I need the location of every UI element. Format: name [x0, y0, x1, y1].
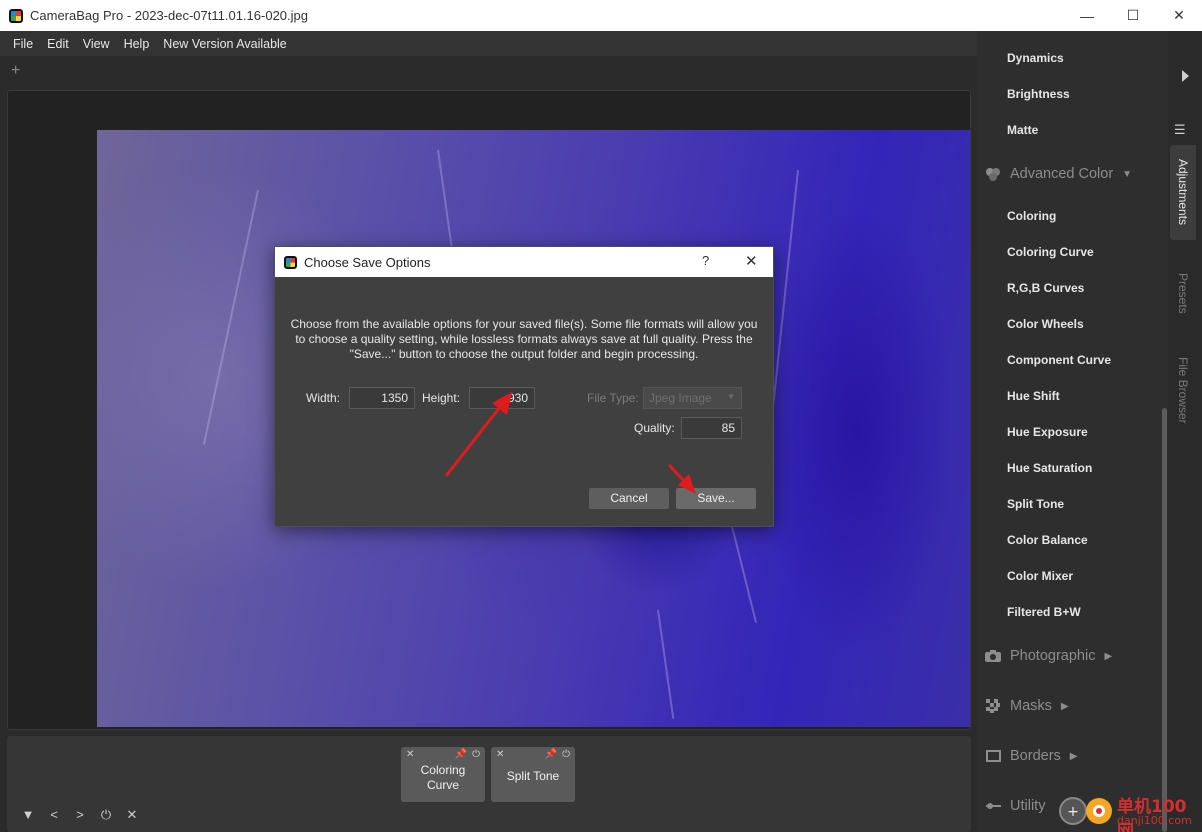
- adjustment-color-wheels[interactable]: Color Wheels: [1007, 317, 1084, 331]
- adjustment-split-tone[interactable]: Split Tone: [1007, 497, 1064, 511]
- dialog-close-button[interactable]: ✕: [745, 252, 758, 270]
- hair-strand: [657, 609, 675, 719]
- width-label: Width:: [306, 391, 341, 405]
- svg-text:+: +: [1067, 804, 1079, 820]
- quality-label: Quality:: [634, 421, 675, 435]
- tab-file-browser[interactable]: File Browser: [1170, 345, 1196, 435]
- adjustment-component-curve[interactable]: Component Curve: [1007, 353, 1111, 367]
- menu-view[interactable]: View: [76, 37, 117, 51]
- adjustment-dynamics[interactable]: Dynamics: [1007, 51, 1064, 65]
- section-label: Utility: [1010, 798, 1046, 814]
- watermark-url: danji100.com: [1117, 814, 1192, 827]
- chevron-right-icon: ▶: [1069, 750, 1078, 762]
- clear-icon[interactable]: ✕: [119, 807, 145, 823]
- checker-icon: [985, 699, 1001, 713]
- save-options-dialog: Choose Save Options ? ✕ Choose from the …: [274, 246, 774, 527]
- chevron-down-icon: ▼: [1122, 168, 1133, 180]
- chevron-right-icon: ▶: [1104, 650, 1113, 662]
- section-masks[interactable]: Masks ▶: [985, 698, 1069, 714]
- menu-new-version[interactable]: New Version Available: [156, 37, 293, 51]
- camerabag-app-icon: [9, 8, 23, 23]
- watermark-logo-icon: +: [1059, 797, 1112, 825]
- minimize-button[interactable]: —: [1064, 0, 1110, 31]
- pin-icon[interactable]: 📌: [545, 749, 557, 760]
- menu-file[interactable]: File: [6, 37, 40, 51]
- layer-strip: [7, 736, 971, 832]
- remove-layer-icon[interactable]: ✕: [496, 749, 504, 760]
- play-icon[interactable]: [1182, 70, 1189, 82]
- dialog-title: Choose Save Options: [304, 254, 431, 270]
- collapse-icon[interactable]: ▼: [15, 807, 41, 823]
- hamburger-menu-icon[interactable]: ☰: [1174, 122, 1186, 138]
- power-icon[interactable]: ⏻: [93, 807, 119, 823]
- window-titlebar: CameraBag Pro - 2023-dec-07t11.01.16-020…: [0, 0, 1202, 31]
- window-title: CameraBag Pro - 2023-dec-07t11.01.16-020…: [30, 8, 308, 23]
- layer-label: Split Tone: [506, 769, 560, 783]
- add-tab-icon[interactable]: +: [11, 62, 20, 80]
- width-input[interactable]: 1350: [349, 387, 415, 409]
- layer-label: Curve: [426, 778, 459, 792]
- section-borders[interactable]: Borders ▶: [985, 748, 1077, 764]
- layer-label: Coloring: [420, 763, 466, 777]
- close-button[interactable]: ✕: [1156, 0, 1202, 31]
- power-icon[interactable]: ⏻: [562, 749, 570, 760]
- section-label: Photographic: [1010, 648, 1096, 664]
- maximize-button[interactable]: ☐: [1110, 0, 1156, 31]
- menu-help[interactable]: Help: [117, 37, 157, 51]
- help-button[interactable]: ?: [702, 253, 709, 268]
- height-label: Height:: [422, 391, 461, 405]
- section-utility[interactable]: Utility: [985, 798, 1045, 814]
- section-photographic[interactable]: Photographic ▶: [985, 648, 1112, 664]
- adjustment-hue-exposure[interactable]: Hue Exposure: [1007, 425, 1088, 439]
- section-advanced-color[interactable]: Advanced Color ▼: [985, 166, 1132, 182]
- camerabag-app-icon: [284, 255, 297, 269]
- quality-input[interactable]: 85: [681, 417, 742, 439]
- adjustment-filtered-bw[interactable]: Filtered B+W: [1007, 605, 1081, 619]
- section-label: Advanced Color: [1010, 166, 1114, 182]
- dialog-titlebar: Choose Save Options ? ✕: [275, 247, 773, 277]
- layer-card-split-tone[interactable]: ✕ 📌 ⏻ Split Tone: [491, 747, 575, 802]
- adjustment-color-mixer[interactable]: Color Mixer: [1007, 569, 1073, 583]
- cancel-button[interactable]: Cancel: [589, 488, 669, 509]
- save-button[interactable]: Save...: [676, 488, 756, 509]
- wrench-icon: [985, 799, 1001, 813]
- square-frame-icon: [985, 749, 1001, 763]
- adjustment-matte[interactable]: Matte: [1007, 123, 1038, 137]
- palette-icon: [985, 167, 1001, 181]
- power-icon[interactable]: ⏻: [472, 749, 480, 760]
- next-icon[interactable]: >: [67, 807, 93, 823]
- chevron-down-icon: ▼: [727, 392, 735, 401]
- dialog-description: Choose from the available options for yo…: [290, 317, 758, 361]
- adjustment-coloring[interactable]: Coloring: [1007, 209, 1056, 223]
- tab-adjustments[interactable]: Adjustments: [1170, 145, 1196, 240]
- previous-icon[interactable]: <: [41, 807, 67, 823]
- height-input[interactable]: 930: [469, 387, 535, 409]
- section-label: Borders: [1010, 748, 1061, 764]
- file-type-label: File Type:: [587, 391, 639, 405]
- panel-scrollbar-thumb[interactable]: [1162, 408, 1167, 832]
- file-type-select[interactable]: Jpeg Image ▼: [643, 387, 742, 409]
- remove-layer-icon[interactable]: ✕: [406, 749, 414, 760]
- pin-icon[interactable]: 📌: [455, 749, 467, 760]
- adjustment-brightness[interactable]: Brightness: [1007, 87, 1070, 101]
- window-controls: — ☐ ✕: [1064, 0, 1202, 31]
- tab-presets[interactable]: Presets: [1170, 258, 1196, 328]
- bottom-controls: ▼ < > ⏻ ✕: [15, 807, 145, 823]
- camera-icon: [985, 649, 1001, 663]
- section-label: Masks: [1010, 698, 1052, 714]
- watermark: + 单机100网 danji100.com: [1057, 790, 1202, 832]
- file-type-value: Jpeg Image: [649, 391, 712, 405]
- layer-card-coloring-curve[interactable]: ✕ 📌 ⏻ Coloring Curve: [401, 747, 485, 802]
- adjustment-hue-shift[interactable]: Hue Shift: [1007, 389, 1060, 403]
- hair-strand: [202, 190, 259, 445]
- chevron-right-icon: ▶: [1060, 700, 1069, 712]
- adjustment-color-balance[interactable]: Color Balance: [1007, 533, 1088, 547]
- adjustment-coloring-curve[interactable]: Coloring Curve: [1007, 245, 1094, 259]
- menu-edit[interactable]: Edit: [40, 37, 76, 51]
- adjustment-hue-saturation[interactable]: Hue Saturation: [1007, 461, 1092, 475]
- adjustment-rgb-curves[interactable]: R,G,B Curves: [1007, 281, 1084, 295]
